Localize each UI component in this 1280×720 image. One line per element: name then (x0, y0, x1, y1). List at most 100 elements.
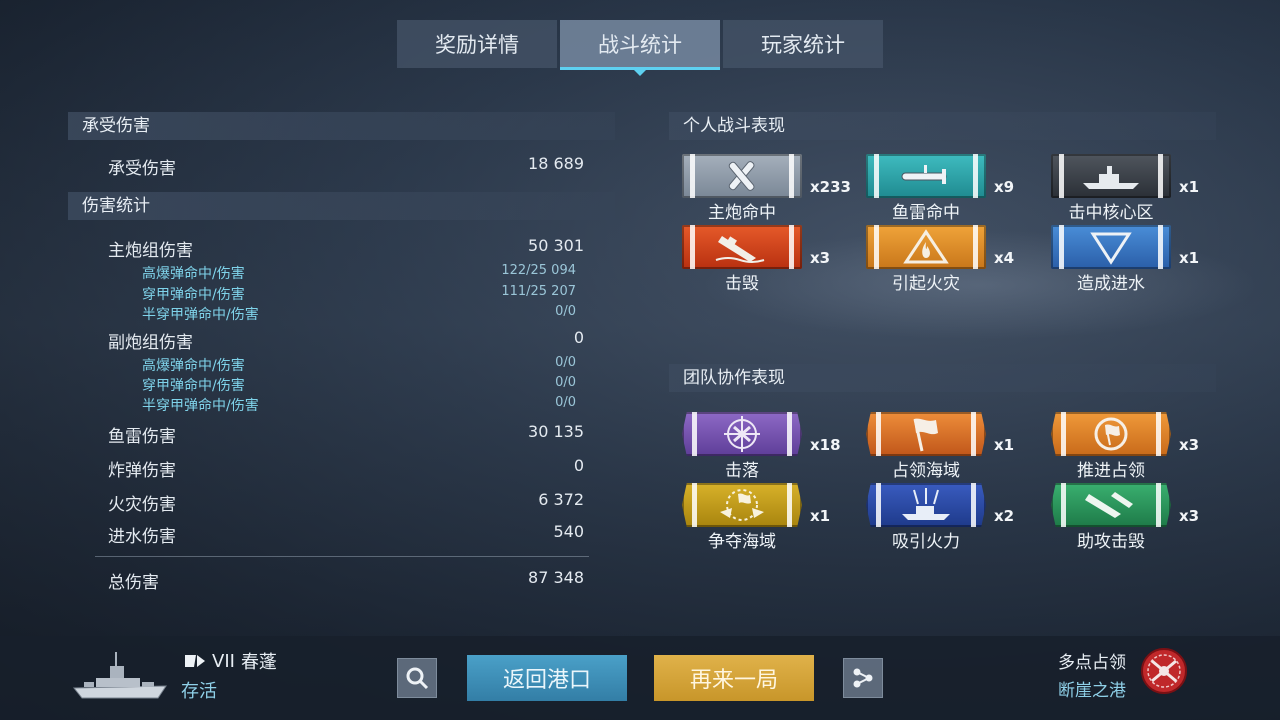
stat-label: 总伤害 (108, 573, 159, 593)
map-name: 断崖之港 (1058, 681, 1126, 701)
medal-label: 鱼雷命中 (892, 203, 960, 223)
tab-battle-stats[interactable]: 战斗统计 (560, 20, 720, 76)
personal-performance-header: 个人战斗表现 (669, 112, 1216, 140)
medal-ribbon (682, 412, 802, 456)
medal-count: x4 (994, 249, 1015, 267)
stat-value: 87 348 (528, 568, 584, 587)
stat-label: 高爆弹命中/伤害 (142, 266, 245, 282)
stat-value: 6 372 (538, 490, 584, 509)
domination-mode-icon (1141, 648, 1187, 694)
medal-count: x3 (1179, 436, 1200, 454)
medal-ribbon (682, 483, 802, 527)
stat-value: 0 (573, 456, 584, 475)
medal-count: x233 (810, 178, 851, 196)
medal-count: x1 (1179, 178, 1200, 196)
assist-kill-icon (1085, 492, 1133, 518)
flag-icon (913, 418, 938, 452)
medal-zone-captured[interactable]: x1 占领海域 (866, 412, 1051, 482)
stat-label: 进水伤害 (108, 527, 176, 547)
stat-label: 半穿甲弹命中/伤害 (142, 307, 259, 323)
medal-count: x18 (810, 436, 841, 454)
capture-progress-icon (1094, 417, 1128, 451)
ship-status: 存活 (181, 681, 217, 702)
stat-row-damage-received: 承受伤害 18 689 (108, 154, 584, 179)
medal-assist-kill[interactable]: x3 助攻击毁 (1051, 483, 1236, 553)
medal-ribbon (866, 154, 986, 198)
ship-name-line: VII 春蓬 (184, 648, 277, 674)
tab-reward-details[interactable]: 奖励详情 (397, 20, 557, 68)
medal-main-battery-hits[interactable]: x233 主炮命中 (682, 154, 867, 224)
medal-capture-progress[interactable]: x3 推进占领 (1051, 412, 1236, 482)
medal-label: 推进占领 (1077, 461, 1145, 481)
medal-label: 占领海域 (892, 461, 960, 481)
stat-row-total: 总伤害 87 348 (108, 568, 584, 593)
medal-planes-shot-down[interactable]: x18 击落 (682, 412, 867, 482)
medal-label: 争夺海域 (708, 532, 776, 552)
medal-label: 造成进水 (1077, 274, 1145, 294)
stat-value: 18 689 (528, 154, 584, 173)
stat-value: 0/0 (555, 375, 576, 390)
ship-name: 春蓬 (240, 652, 277, 673)
stat-row-torpedo: 鱼雷伤害 30 135 (108, 422, 584, 447)
stat-row-sec-he: 高爆弹命中/伤害 0/0 (142, 355, 576, 375)
stat-row-secondary: 副炮组伤害 0 (108, 328, 584, 353)
sinking-ship-icon (715, 236, 765, 263)
medal-citadel-hits[interactable]: x1 击中核心区 (1051, 154, 1236, 224)
stat-value: 111/25 207 (501, 284, 576, 299)
tab-player-stats[interactable]: 玩家统计 (723, 20, 883, 68)
medal-count: x9 (994, 178, 1015, 196)
stat-row-main-sap: 半穿甲弹命中/伤害 0/0 (142, 304, 576, 324)
citadel-ship-icon (1083, 166, 1139, 189)
stat-label: 炸弹伤害 (108, 461, 176, 481)
medal-torpedo-hits[interactable]: x9 鱼雷命中 (866, 154, 1051, 224)
stat-value: 122/25 094 (501, 263, 576, 278)
return-to-port-button[interactable]: 返回港口 (467, 655, 627, 701)
stat-value: 0/0 (555, 355, 576, 370)
stat-value: 0/0 (555, 304, 576, 319)
share-button[interactable] (843, 658, 883, 698)
defend-zone-icon (720, 489, 764, 521)
divider (95, 556, 589, 557)
medal-label: 击中核心区 (1068, 203, 1154, 223)
stat-row-main-ap: 穿甲弹命中/伤害 111/25 207 (142, 284, 576, 304)
medal-ribbon (866, 412, 986, 456)
stat-row-main-he: 高爆弹命中/伤害 122/25 094 (142, 263, 576, 283)
medal-count: x2 (994, 507, 1015, 525)
team-performance-header: 团队协作表现 (669, 364, 1216, 392)
medal-caused-fire[interactable]: x4 引起火灾 (866, 225, 1051, 295)
stat-row-sec-sap: 半穿甲弹命中/伤害 0/0 (142, 395, 576, 415)
medal-tanked-damage[interactable]: x2 吸引火力 (866, 483, 1051, 553)
stat-row-sec-ap: 穿甲弹命中/伤害 0/0 (142, 375, 576, 395)
play-again-button[interactable]: 再来一局 (654, 655, 814, 701)
stat-value: 30 135 (528, 422, 584, 441)
medal-ribbon (866, 483, 986, 527)
medal-label: 击毁 (725, 274, 759, 294)
fire-warning-icon (903, 229, 949, 264)
ship-tier: VII (212, 650, 235, 672)
medal-ribbon (866, 225, 986, 269)
medal-caused-flooding[interactable]: x1 造成进水 (1051, 225, 1236, 295)
stat-row-fire: 火灾伤害 6 372 (108, 490, 584, 515)
damage-received-header: 承受伤害 (68, 112, 615, 140)
medal-ribbon (1051, 483, 1171, 527)
medal-label: 主炮命中 (708, 203, 776, 223)
destroyer-class-icon (185, 655, 205, 667)
stat-label: 火灾伤害 (108, 495, 176, 515)
stat-label: 高爆弹命中/伤害 (142, 358, 245, 374)
stat-label: 副炮组伤害 (108, 333, 193, 353)
crossed-shells-icon (728, 161, 755, 191)
stat-label: 鱼雷伤害 (108, 427, 176, 447)
medal-ribbon (1051, 225, 1171, 269)
medal-count: x3 (1179, 507, 1200, 525)
medal-zone-contested[interactable]: x1 争夺海域 (682, 483, 867, 553)
stat-value: 0/0 (555, 395, 576, 410)
stat-row-bomb: 炸弹伤害 0 (108, 456, 584, 481)
tab-bar: 奖励详情 战斗统计 玩家统计 (397, 20, 883, 76)
search-icon (406, 667, 429, 690)
damage-stats-header: 伤害统计 (68, 192, 615, 220)
torpedo-icon (901, 165, 947, 184)
ship-image (72, 652, 167, 699)
search-button[interactable] (397, 658, 437, 698)
medal-destroyed[interactable]: x3 击毁 (682, 225, 867, 295)
medal-ribbon (682, 154, 802, 198)
